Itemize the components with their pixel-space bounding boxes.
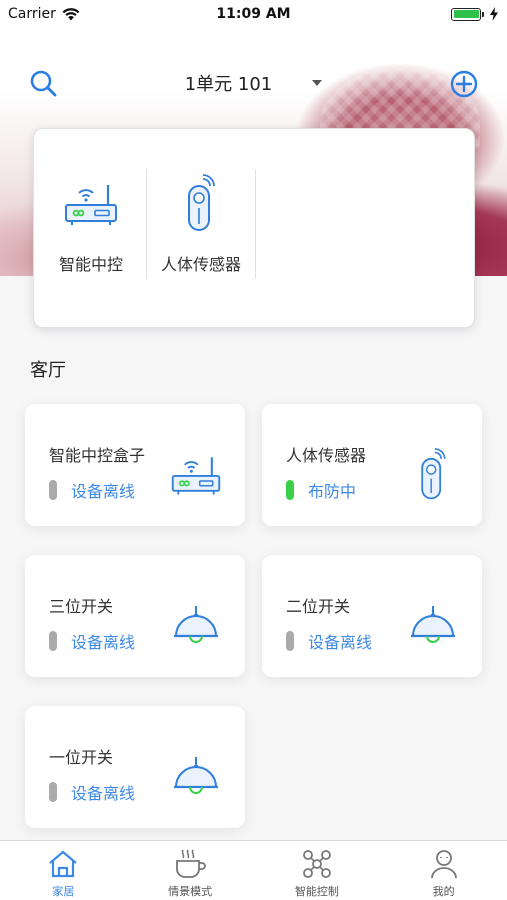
device-name: 智能中控盒子	[49, 446, 146, 465]
tab-home[interactable]: 家居	[0, 841, 127, 900]
device-card-hub[interactable]: 智能中控盒子 设备离线	[25, 404, 245, 526]
caret-down-icon	[312, 80, 323, 86]
device-status: 布防中	[286, 478, 356, 502]
status-text: 设备离线	[71, 482, 136, 501]
device-status: 设备离线	[49, 629, 135, 653]
network-icon	[300, 847, 334, 881]
wifi-icon	[62, 7, 80, 20]
user-icon	[427, 847, 461, 881]
device-status: 设备离线	[49, 780, 135, 804]
device-card-sensor[interactable]: 人体传感器 布防中	[262, 404, 482, 526]
device-name: 人体传感器	[286, 446, 367, 465]
status-text: 布防中	[308, 482, 357, 501]
status-text: 设备离线	[71, 633, 136, 652]
status-indicator	[286, 631, 294, 651]
tab-label: 情景模式	[168, 885, 213, 898]
lamp-icon	[406, 599, 460, 653]
quick-item-hub[interactable]: 智能中控	[36, 169, 146, 279]
carrier-label: Carrier	[8, 6, 56, 22]
quick-device-card: 智能中控 人体传感器	[33, 128, 475, 328]
device-name: 一位开关	[49, 748, 114, 767]
device-name: 三位开关	[49, 597, 114, 616]
device-card-switch-1[interactable]: 一位开关 设备离线	[25, 706, 245, 828]
device-status: 设备离线	[286, 629, 372, 653]
tab-smart-control[interactable]: 智能控制	[254, 841, 381, 900]
quick-item-sensor[interactable]: 人体传感器	[146, 169, 256, 279]
device-card-switch-3[interactable]: 三位开关 设备离线	[25, 555, 245, 677]
motion-sensor-icon	[146, 169, 256, 239]
status-left: Carrier	[8, 6, 80, 22]
tab-label: 智能控制	[294, 885, 339, 898]
coffee-icon	[173, 847, 207, 881]
status-bar: Carrier 11:09 AM	[0, 0, 507, 28]
device-card-switch-2[interactable]: 二位开关 设备离线	[262, 555, 482, 677]
status-indicator	[286, 480, 294, 500]
device-name: 二位开关	[286, 597, 351, 616]
motion-sensor-icon	[406, 448, 460, 502]
lamp-icon	[169, 599, 223, 653]
quick-item-label: 人体传感器	[160, 255, 241, 274]
tab-profile[interactable]: 我的	[380, 841, 507, 900]
device-status: 设备离线	[49, 478, 135, 502]
router-icon	[36, 169, 146, 239]
status-right	[451, 7, 499, 21]
home-icon	[46, 847, 80, 881]
status-text: 设备离线	[71, 784, 136, 803]
home-selector[interactable]: 1单元 101	[0, 70, 507, 96]
status-indicator	[49, 782, 57, 802]
quick-item-label: 智能中控	[58, 255, 123, 274]
tab-scenes[interactable]: 情景模式	[127, 841, 254, 900]
status-indicator	[49, 480, 57, 500]
status-indicator	[49, 631, 57, 651]
status-text: 设备离线	[308, 633, 373, 652]
router-icon	[169, 448, 223, 502]
divider	[255, 169, 256, 279]
add-device-button[interactable]	[448, 68, 480, 100]
room-title: 客厅	[30, 360, 66, 381]
charging-icon	[490, 7, 498, 21]
lamp-icon	[169, 750, 223, 804]
tab-label: 我的	[432, 885, 455, 898]
battery-icon	[451, 7, 484, 21]
plus-circle-icon	[450, 70, 478, 98]
home-name: 1单元 101	[184, 74, 273, 95]
tab-label: 家居	[52, 885, 75, 898]
tab-bar: 家居 情景模式 智能控制 我的	[0, 840, 507, 900]
top-nav: 1单元 101	[0, 60, 507, 104]
